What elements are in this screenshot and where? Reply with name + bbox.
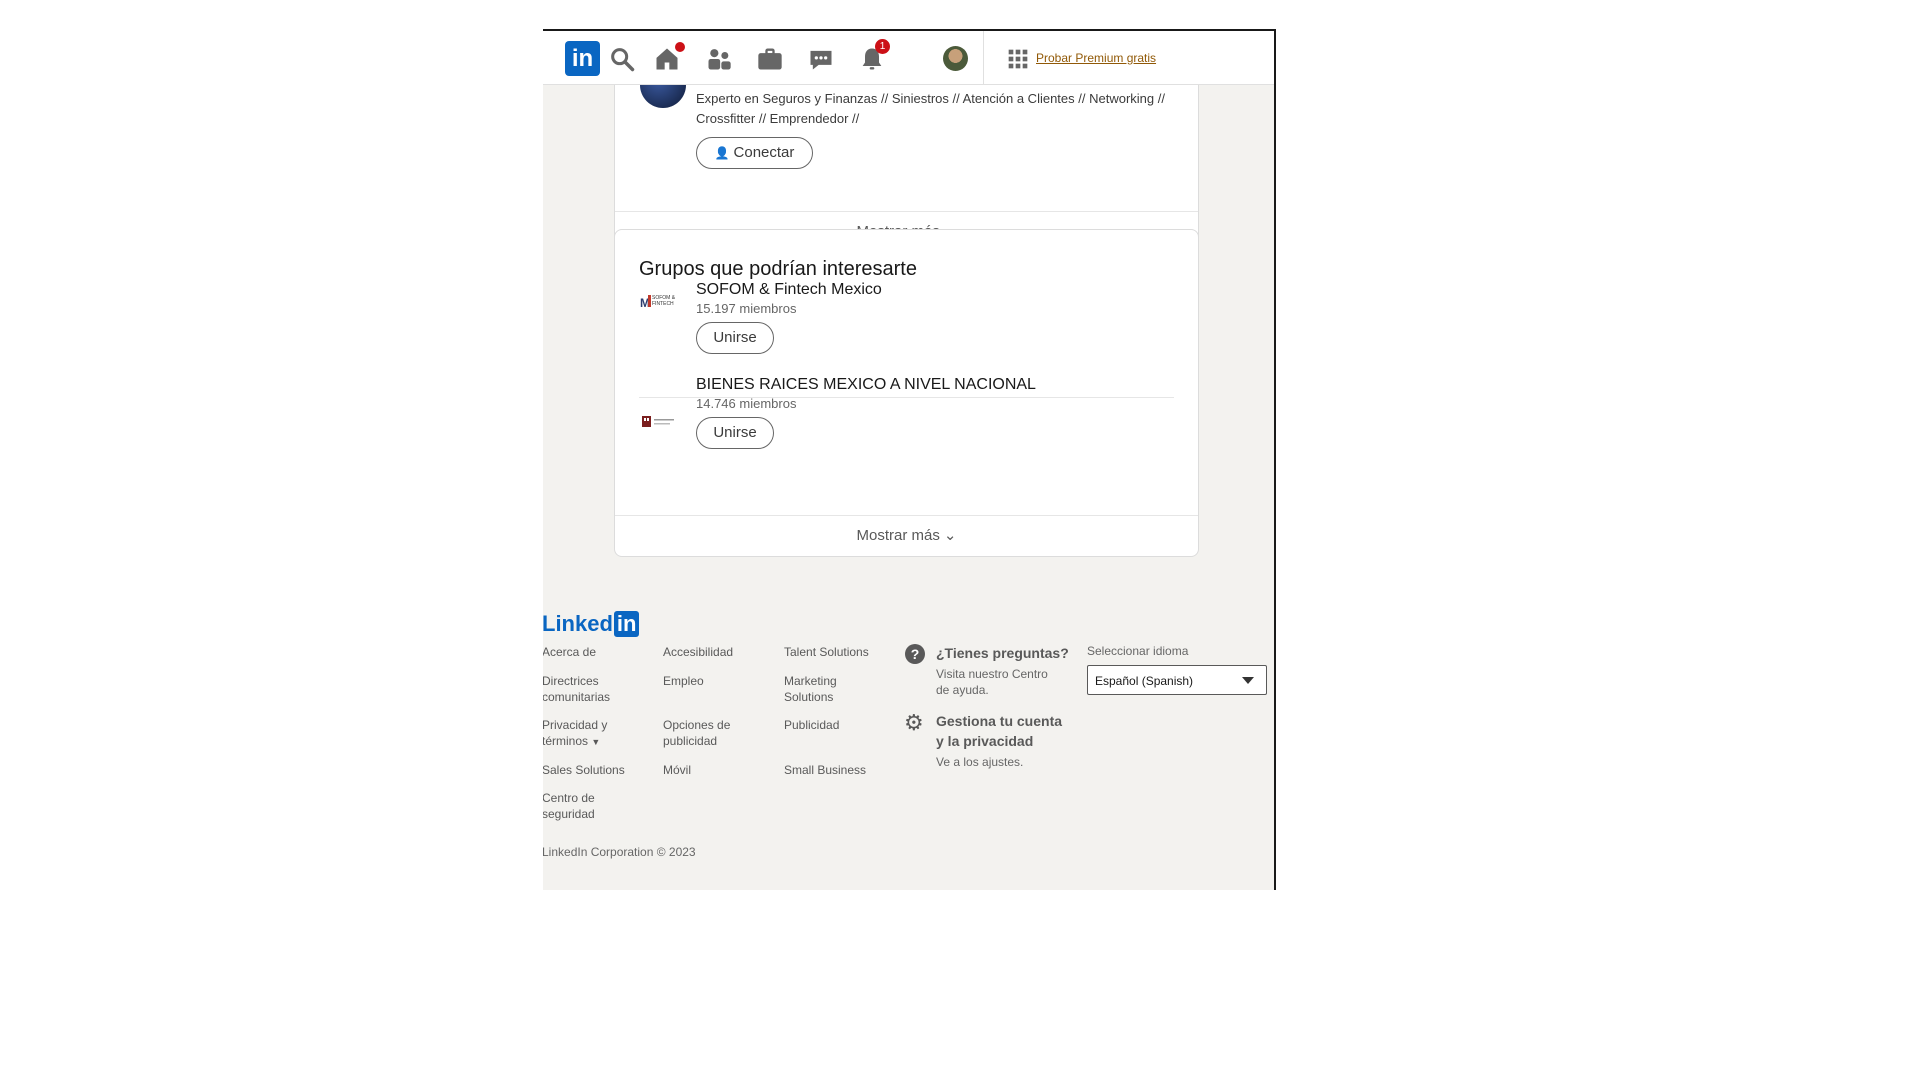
logo-in-box: in: [613, 611, 640, 637]
logo-wordmark: Linked: [543, 611, 613, 636]
groups-card-title: Grupos que podrían interesarte: [639, 258, 917, 280]
try-premium-link[interactable]: Probar Premium gratis: [1036, 51, 1156, 65]
apps-grid-icon[interactable]: [1004, 45, 1032, 73]
footer-link-about[interactable]: Acerca de: [543, 644, 632, 660]
chevron-down-icon: ⌄: [943, 527, 957, 544]
join-group-button[interactable]: Unirse: [696, 322, 774, 354]
gear-icon: ⚙: [904, 711, 924, 736]
add-person-icon: 👤: [714, 146, 730, 160]
search-icon[interactable]: [608, 45, 636, 73]
footer-link-careers[interactable]: Empleo: [663, 673, 763, 689]
messaging-icon[interactable]: [807, 45, 835, 73]
home-nav[interactable]: [653, 42, 685, 73]
join-group-button[interactable]: Unirse: [696, 417, 774, 449]
jobs-briefcase-icon[interactable]: [756, 45, 784, 73]
footer-link-mobile[interactable]: Móvil: [663, 762, 763, 778]
svg-text:FINTECH: FINTECH: [652, 301, 674, 307]
footer-link-talent-solutions[interactable]: Talent Solutions: [784, 644, 884, 660]
footer-link-marketing-solutions[interactable]: Marketing Solutions: [784, 673, 854, 705]
help-center-title[interactable]: ¿Tienes preguntas?: [936, 643, 1076, 663]
suggested-person-headline: Experto en Seguros y Finanzas // Siniest…: [696, 91, 1165, 126]
profile-avatar[interactable]: [943, 46, 968, 71]
group-members: 14.746 miembros: [696, 396, 797, 411]
footer-link-sales-solutions[interactable]: Sales Solutions: [543, 762, 632, 778]
show-more-label: Mostrar más: [856, 527, 940, 544]
home-badge: [675, 42, 685, 52]
caret-down-icon: ▼: [591, 737, 601, 747]
dropdown-arrow-icon: [1242, 677, 1254, 684]
question-icon: ?: [905, 644, 925, 664]
browser-viewport: in 1 Probar Premium gratis Experto en Se…: [543, 29, 1276, 890]
groups-suggestions-card: Grupos que podrían interesarte M SOFOM &…: [614, 229, 1199, 557]
language-select[interactable]: Español (Spanish): [1087, 665, 1267, 695]
help-center-subtitle: Visita nuestro Centro de ayuda.: [936, 667, 1048, 697]
footer-link-privacy-terms[interactable]: Privacidad y términos ▼: [543, 717, 632, 750]
footer-link-advertising[interactable]: Publicidad: [784, 717, 884, 733]
notifications-nav[interactable]: 1: [858, 39, 890, 73]
top-nav: in 1 Probar Premium gratis: [543, 31, 1274, 85]
group-name[interactable]: SOFOM & Fintech Mexico: [696, 281, 882, 299]
footer-link-safety-center[interactable]: Centro de seguridad: [543, 790, 612, 822]
nav-divider: [983, 31, 984, 84]
footer-linkedin-logo[interactable]: Linked in: [543, 611, 640, 637]
footer-link-small-business[interactable]: Small Business: [784, 762, 884, 778]
language-select-label: Seleccionar idioma: [1087, 644, 1189, 658]
my-network-icon[interactable]: [705, 45, 733, 73]
group-logo-bienes-raices[interactable]: [639, 407, 683, 437]
footer-link-accessibility[interactable]: Accesibilidad: [663, 644, 763, 660]
connect-label: Conectar: [733, 144, 795, 161]
show-more-groups-button[interactable]: Mostrar más ⌄: [615, 515, 1198, 556]
manage-account-title[interactable]: Gestiona tu cuenta y la privacidad: [936, 711, 1066, 751]
connect-button[interactable]: 👤 Conectar: [696, 137, 813, 169]
group-logo-sofom[interactable]: M SOFOM & FINTECH: [639, 287, 683, 317]
language-selected-value: Español (Spanish): [1095, 674, 1194, 688]
group-name[interactable]: BIENES RAICES MEXICO A NIVEL NACIONAL: [696, 376, 1036, 394]
footer-link-community-guidelines[interactable]: Directrices comunitarias: [543, 673, 632, 705]
footer-link-ad-choices[interactable]: Opciones de publicidad: [663, 717, 743, 749]
manage-account-subtitle: Ve a los ajustes.: [936, 755, 1024, 769]
linkedin-logo[interactable]: in: [565, 41, 600, 76]
copyright: LinkedIn Corporation © 2023: [543, 845, 696, 859]
group-members: 15.197 miembros: [696, 301, 797, 316]
notifications-badge: 1: [875, 39, 890, 54]
